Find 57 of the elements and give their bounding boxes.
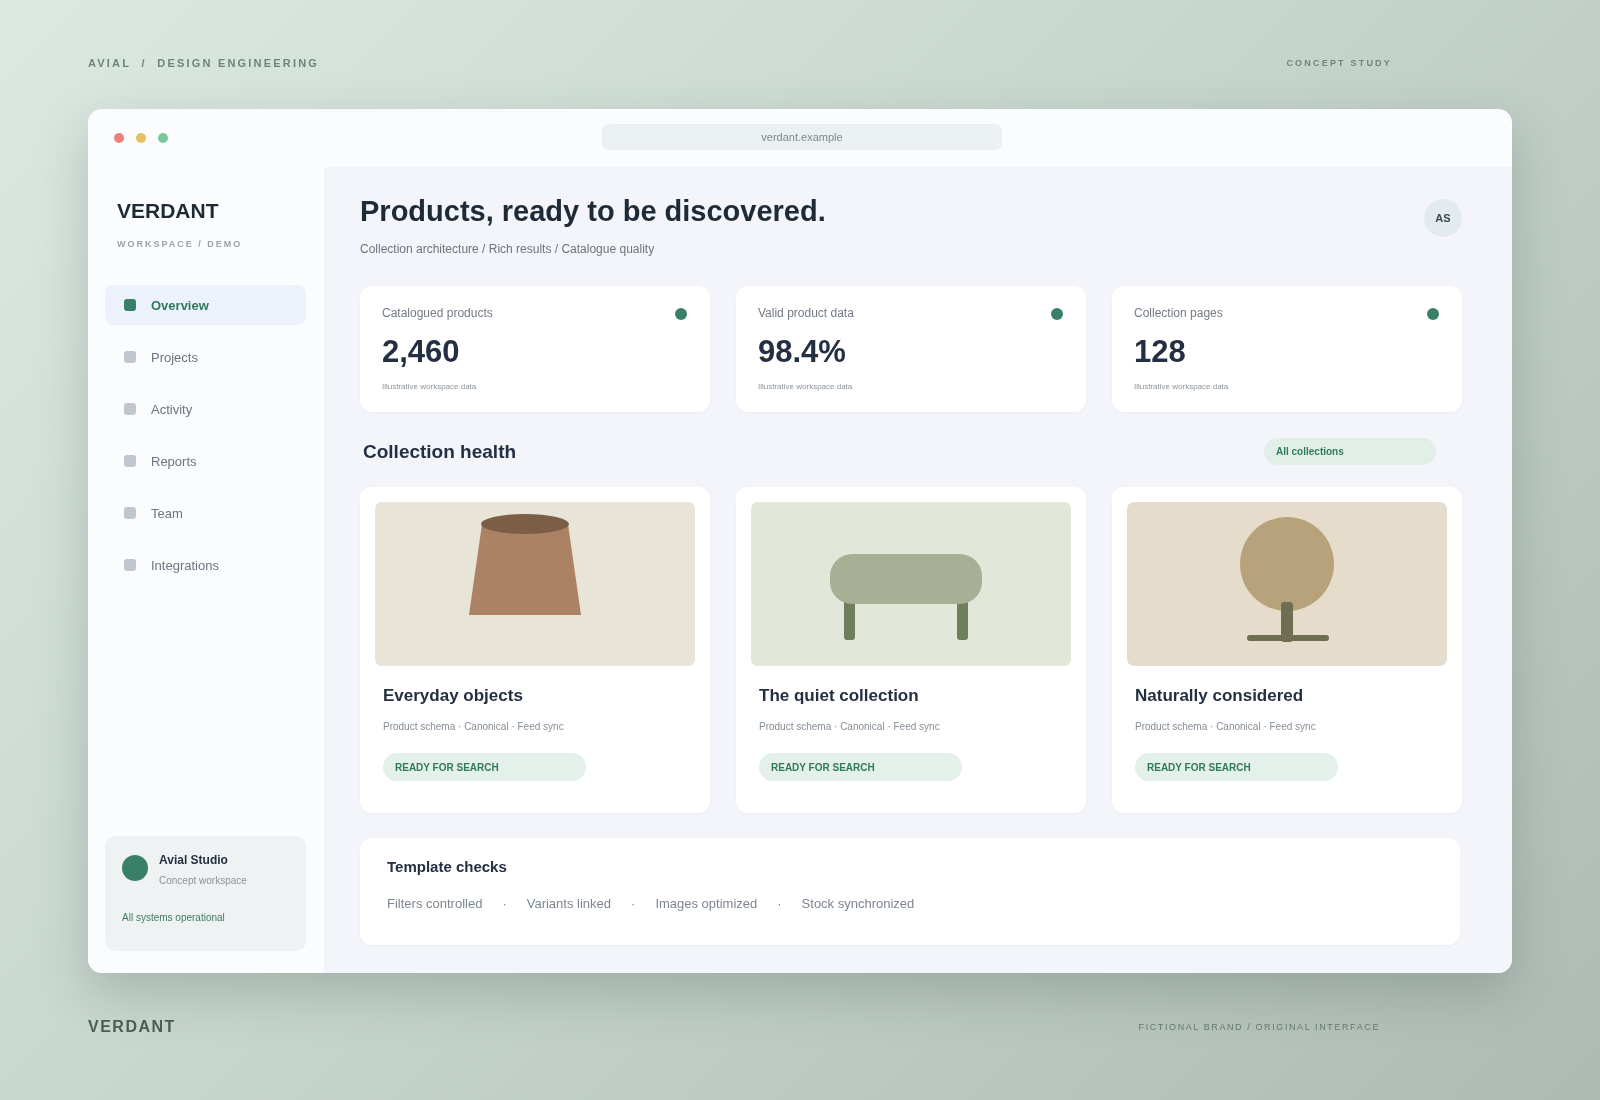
- collection-meta: Product schema · Canonical · Feed sync: [1135, 721, 1317, 732]
- account-name: Avial Studio: [159, 853, 229, 867]
- separator-dot: ·: [631, 896, 636, 911]
- breadcrumb: Collection architecture / Rich results / Catalogue quality: [360, 242, 656, 256]
- separator-dot: ·: [502, 896, 507, 911]
- status-text: All systems operational: [122, 912, 226, 923]
- collection-meta: Product schema · Canonical · Feed sync: [383, 721, 565, 732]
- collection-title: Everyday objects: [383, 686, 524, 706]
- nav-item[interactable]: Projects: [105, 337, 306, 377]
- separator-dot: ·: [777, 896, 782, 911]
- collection-filter[interactable]: All collections: [1264, 438, 1436, 465]
- stat-value: 2,460: [382, 334, 461, 370]
- studio-label: AVIAL / DESIGN ENGINEERING: [88, 56, 320, 69]
- brand-name: VERDANT: [117, 199, 220, 223]
- user-avatar[interactable]: AS: [1424, 199, 1462, 237]
- stat-label: Valid product data: [758, 306, 855, 320]
- nav-icon: [124, 351, 136, 363]
- close-icon[interactable]: [114, 133, 124, 143]
- checks-title: Template checks: [387, 858, 507, 875]
- avatar-icon: [122, 855, 148, 881]
- nav-item[interactable]: Reports: [105, 441, 306, 481]
- nav-item[interactable]: Activity: [105, 389, 306, 429]
- status-badge: READY FOR SEARCH: [1135, 753, 1338, 781]
- collection-title: The quiet collection: [759, 686, 920, 706]
- nav-icon: [124, 559, 136, 571]
- address-bar[interactable]: verdant.example: [602, 124, 1002, 150]
- nav-item[interactable]: Team: [105, 493, 306, 533]
- study-label: CONCEPT STUDY: [1286, 57, 1392, 68]
- nav-item[interactable]: Overview: [105, 285, 306, 325]
- stat-label: Collection pages: [1134, 306, 1224, 320]
- minimize-icon[interactable]: [136, 133, 146, 143]
- account-role: Concept workspace: [159, 875, 247, 886]
- nav-icon: [124, 299, 136, 311]
- collection-meta: Product schema · Canonical · Feed sync: [759, 721, 941, 732]
- stat-value: 98.4%: [758, 334, 847, 370]
- stat-note: Illustrative workspace data: [1134, 382, 1230, 391]
- maximize-icon[interactable]: [158, 133, 168, 143]
- stat-note: Illustrative workspace data: [382, 382, 478, 391]
- stat-value: 128: [1134, 334, 1187, 370]
- check-item: Stock synchronized: [801, 896, 915, 911]
- footer-brand: VERDANT: [88, 1017, 176, 1036]
- status-badge: READY FOR SEARCH: [759, 753, 962, 781]
- nav-icon: [124, 507, 136, 519]
- page-title: Products, ready to be discovered.: [360, 195, 826, 228]
- nav-item[interactable]: Integrations: [105, 545, 306, 585]
- nav-icon: [124, 403, 136, 415]
- check-item: Filters controlled: [387, 896, 483, 911]
- stat-label: Catalogued products: [382, 306, 494, 320]
- nav-icon: [124, 455, 136, 467]
- stat-note: Illustrative workspace data: [758, 382, 854, 391]
- workspace-label: WORKSPACE / DEMO: [117, 239, 244, 249]
- status-badge: READY FOR SEARCH: [383, 753, 586, 781]
- check-item: Variants linked: [526, 896, 612, 911]
- collection-title: Naturally considered: [1135, 686, 1305, 706]
- footer-note: FICTIONAL BRAND / ORIGINAL INTERFACE: [1138, 1021, 1380, 1032]
- check-item: Images optimized: [655, 896, 758, 911]
- section-title: Collection health: [363, 440, 517, 463]
